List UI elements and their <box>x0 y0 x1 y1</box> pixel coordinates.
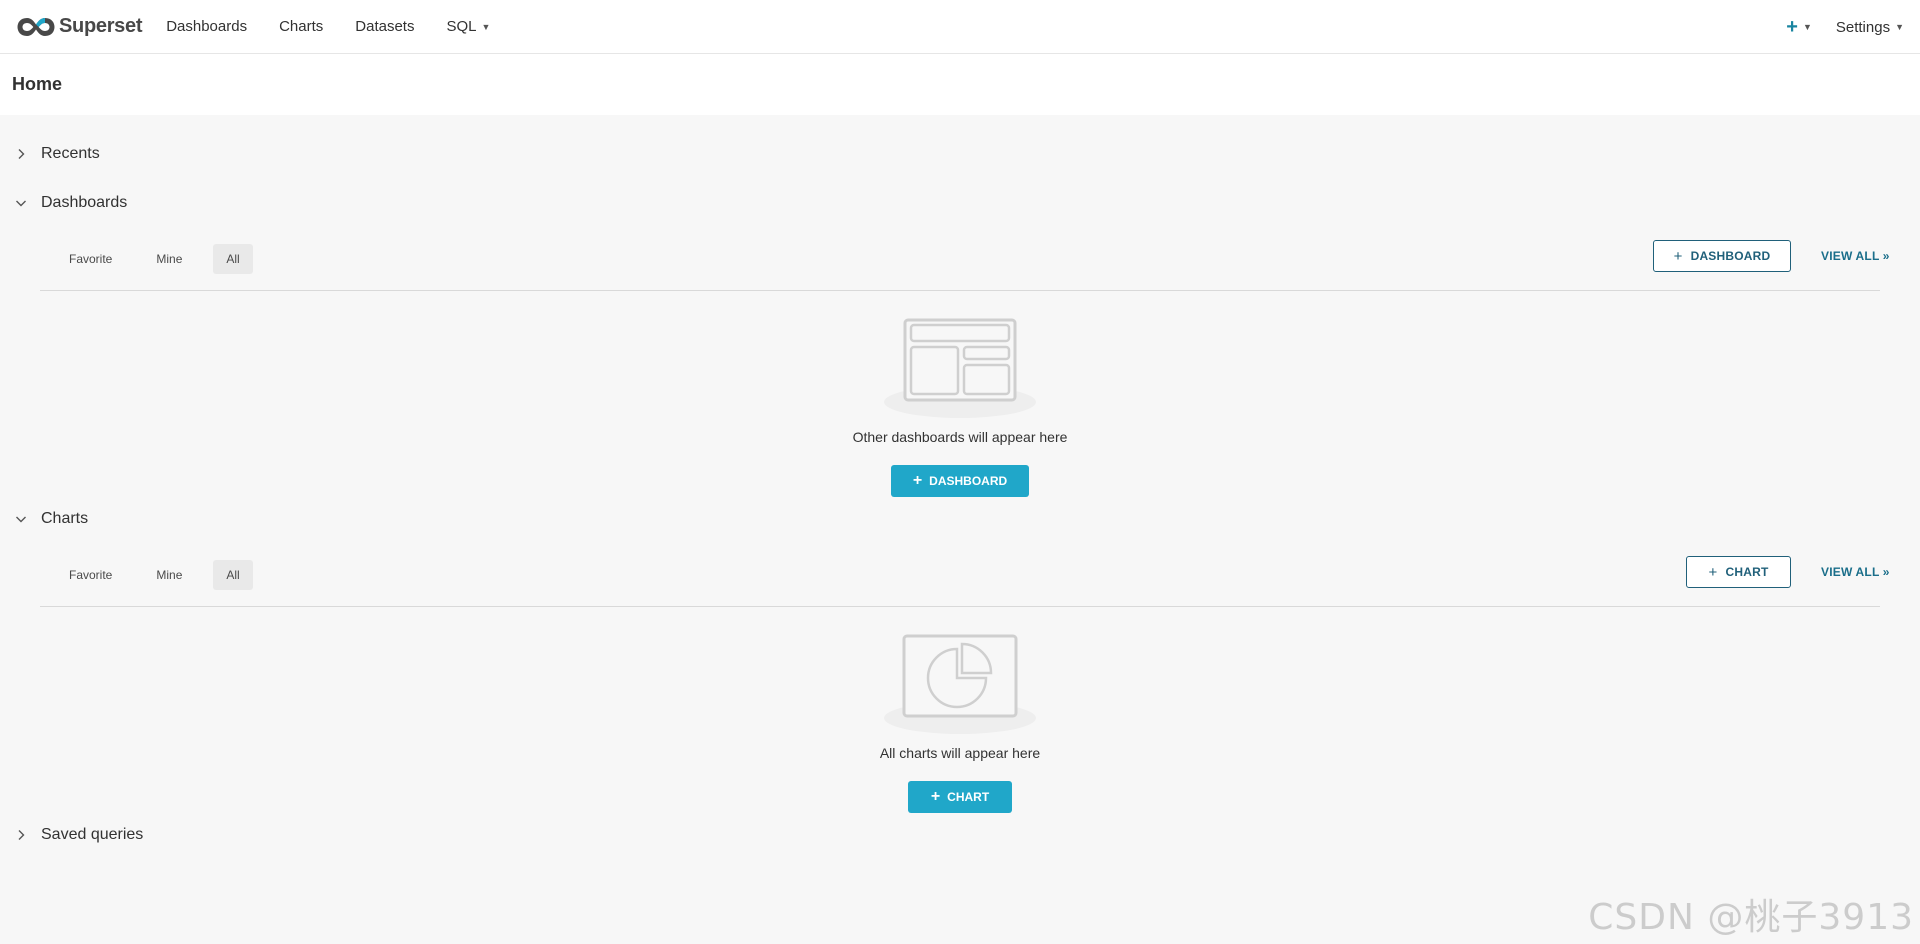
brand-link[interactable]: Superset <box>16 0 142 54</box>
plus-icon: + <box>930 788 941 805</box>
tab-all[interactable]: All <box>213 244 253 274</box>
tab-favorite[interactable]: Favorite <box>56 244 125 274</box>
main-menu: Dashboards Charts Datasets SQL ▼ <box>150 0 506 54</box>
brand-name: Superset <box>59 15 143 37</box>
nav-item-label: Dashboards <box>166 18 248 35</box>
tab-label: Favorite <box>69 568 113 582</box>
tab-mine[interactable]: Mine <box>143 244 195 274</box>
caret-down-icon: ▼ <box>1895 22 1904 32</box>
top-navbar: Superset Dashboards Charts Datasets SQL … <box>0 0 1920 54</box>
plus-icon: + <box>1708 563 1718 581</box>
empty-state-message: All charts will appear here <box>879 745 1041 761</box>
tab-label: All <box>226 252 240 266</box>
caret-down-icon: ▼ <box>481 21 491 32</box>
nav-item-charts[interactable]: Charts <box>263 0 339 54</box>
tab-label: Mine <box>156 568 183 582</box>
superset-logo-icon <box>17 17 55 36</box>
empty-state-message: Other dashboards will appear here <box>852 429 1068 445</box>
caret-down-icon: ▼ <box>1802 22 1812 32</box>
button-label: DASHBOARD <box>1690 249 1771 263</box>
chart-placeholder-icon <box>884 634 1036 734</box>
section-label: Recents <box>41 145 100 162</box>
nav-item-datasets[interactable]: Datasets <box>339 0 430 54</box>
section-header-recents[interactable]: Recents <box>14 145 100 163</box>
view-all-dashboards-link[interactable]: VIEW ALL » <box>1821 249 1890 263</box>
nav-item-dashboards[interactable]: Dashboards <box>150 0 263 54</box>
settings-menu[interactable]: Settings ▼ <box>1824 0 1920 54</box>
section-label: Dashboards <box>41 194 128 211</box>
nav-right: + ▼ Settings ▼ <box>1774 0 1920 54</box>
plus-icon: + <box>912 472 923 489</box>
section-header-saved-queries[interactable]: Saved queries <box>14 826 143 844</box>
dashboards-tabs: Favorite Mine All <box>56 244 271 274</box>
charts-tabs: Favorite Mine All <box>56 560 271 590</box>
button-label: CHART <box>947 790 990 804</box>
nav-item-label: Datasets <box>355 18 415 35</box>
section-header-dashboards[interactable]: Dashboards <box>14 194 127 212</box>
create-dashboard-button[interactable]: + DASHBOARD <box>891 465 1029 497</box>
button-label: DASHBOARD <box>929 474 1008 488</box>
tab-label: Favorite <box>69 252 113 266</box>
add-chart-button[interactable]: + CHART <box>1686 556 1791 588</box>
plus-icon: + <box>1786 16 1798 38</box>
divider <box>40 606 1880 607</box>
settings-label: Settings <box>1835 18 1891 36</box>
chevron-right-icon <box>18 149 25 159</box>
nav-item-sql[interactable]: SQL ▼ <box>430 0 506 54</box>
tab-favorite[interactable]: Favorite <box>56 560 125 590</box>
page-title: Home <box>12 74 63 94</box>
page-header: Home <box>0 54 1920 115</box>
button-label: CHART <box>1725 565 1769 579</box>
new-item-menu[interactable]: + ▼ <box>1774 0 1824 54</box>
tab-mine[interactable]: Mine <box>143 560 195 590</box>
tab-label: Mine <box>156 252 183 266</box>
view-all-charts-link[interactable]: VIEW ALL » <box>1821 565 1890 579</box>
section-header-charts[interactable]: Charts <box>14 510 88 528</box>
nav-item-label: SQL <box>446 18 477 35</box>
chevron-down-icon <box>16 516 26 523</box>
add-dashboard-button[interactable]: + DASHBOARD <box>1653 240 1791 272</box>
chevron-right-icon <box>18 830 25 840</box>
nav-item-label: Charts <box>279 18 324 35</box>
chevron-down-icon <box>16 200 26 207</box>
create-chart-button[interactable]: + CHART <box>908 781 1012 813</box>
plus-icon: + <box>1673 247 1683 265</box>
watermark: CSDN @桃子3913 <box>1588 897 1914 938</box>
tab-all[interactable]: All <box>213 560 253 590</box>
section-label: Saved queries <box>41 826 144 843</box>
divider <box>40 290 1880 291</box>
tab-label: All <box>226 568 240 582</box>
dashboard-placeholder-icon <box>884 318 1036 418</box>
section-label: Charts <box>41 510 89 527</box>
